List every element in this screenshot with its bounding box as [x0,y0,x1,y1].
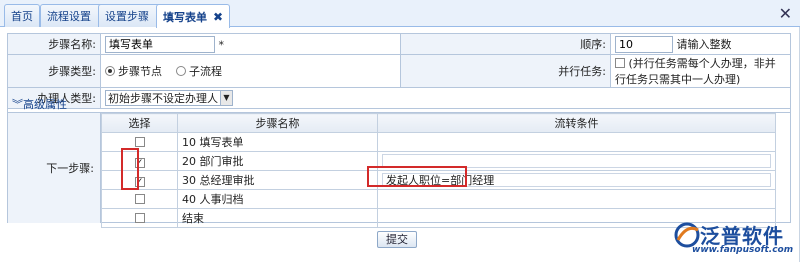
parallel-label: 并行任务: [400,54,611,88]
window: 首页 流程设置✖ 设置步骤✖ 填写表单✖ ✕ 步骤名称: * 顺序: 请输入整数… [0,0,800,262]
tab-fill-form[interactable]: 填写表单 ✖ [156,4,231,28]
logo-url: www.fanpusoft.com [692,245,794,255]
row-checkbox[interactable] [134,193,145,204]
advanced-label: 高级属性 [23,98,67,111]
order-input[interactable] [615,35,673,53]
radio-label: 子流程 [189,65,222,78]
step-type-label: 步骤类型: [7,54,101,88]
required-mark: * [218,38,225,51]
checkbox-highlight-box [121,148,139,190]
step-form: 步骤名称: * 顺序: 请输入整数 步骤类型: 步骤节点 子流程 并行任务: (… [7,33,791,109]
brand-logo: 泛普软件 www.fanpusoft.com [672,214,798,262]
col-header-select: 选择 [101,113,178,133]
advanced-toggle[interactable]: ︾高级属性 [7,99,791,113]
tab-label: 首页 [11,10,33,23]
window-close-icon[interactable]: ✕ [779,4,792,23]
submit-button[interactable]: 提交 [377,231,417,248]
col-header-condition: 流转条件 [377,113,776,133]
close-icon[interactable]: ✖ [213,10,223,24]
row-checkbox[interactable] [134,136,145,147]
radio-label: 步骤节点 [118,65,162,78]
step-name-cell: 20 部门审批 [177,151,378,171]
parallel-checkbox[interactable] [615,58,625,68]
col-header-step-name: 步骤名称 [177,113,378,133]
tab-home[interactable]: 首页 [4,4,40,27]
table-row: 10 填写表单 [101,132,776,152]
table-row: 40 人事归档 [101,189,776,209]
radio-step-node[interactable]: 步骤节点 [105,65,162,78]
next-steps-label: 下一步骤: [8,113,101,223]
tab-bar: 首页 流程设置✖ 设置步骤✖ 填写表单✖ ✕ [0,0,800,28]
tab-label: 流程设置 [47,10,91,23]
radio-subprocess[interactable]: 子流程 [176,65,222,78]
parallel-hint: (并行任务需每个人办理，非并行任务只需其中一人办理) [615,57,776,86]
step-name-input[interactable] [105,35,215,53]
step-name-cell: 10 填写表单 [177,132,378,152]
step-name-cell: 30 总经理审批 [177,170,378,190]
step-name-cell: 40 人事归档 [177,189,378,209]
step-name-label: 步骤名称: [7,33,101,55]
order-hint: 请输入整数 [676,37,732,51]
row-checkbox[interactable] [134,212,145,223]
tab-label: 设置步骤 [105,10,149,23]
condition-highlight-box [367,166,467,187]
radio-icon [176,66,186,76]
radio-icon [105,66,115,76]
tab-label: 填写表单 [163,10,207,24]
step-name-cell: 结束 [177,208,378,228]
double-chevron-down-icon: ︾ [12,98,23,111]
order-label: 顺序: [400,33,611,55]
